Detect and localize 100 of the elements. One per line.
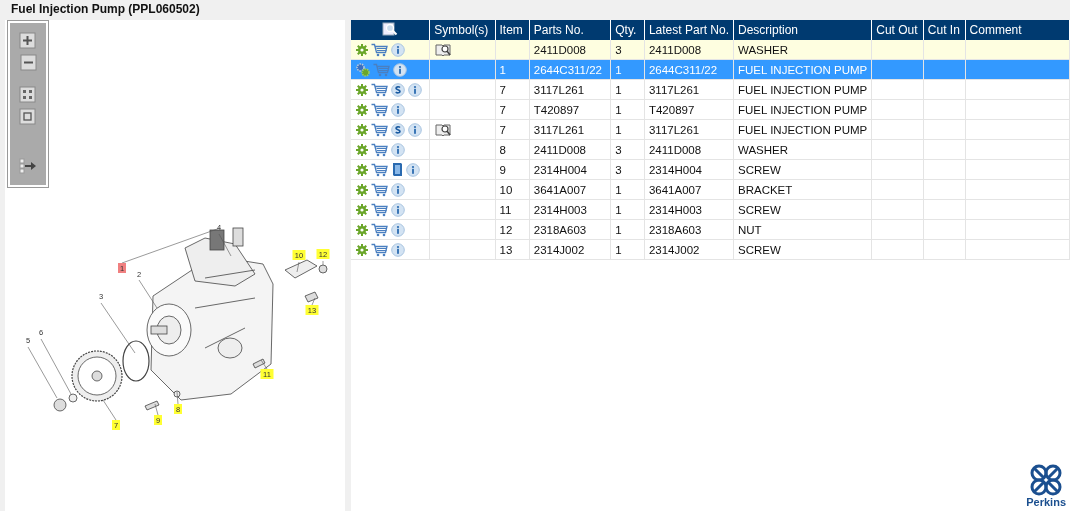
quantity: 1 <box>615 243 622 256</box>
item-number: 10 <box>499 183 513 196</box>
part-number: 2314H003 <box>533 203 587 216</box>
info-icon[interactable] <box>391 42 405 57</box>
cart-icon[interactable] <box>371 182 388 197</box>
part-number: 3641A007 <box>533 183 587 196</box>
gear-icon[interactable] <box>356 123 368 136</box>
table-row[interactable]: 7 T420897 1 T420897 FUEL INJECTION PUMP <box>351 99 1070 120</box>
column-header[interactable] <box>351 20 430 40</box>
leader-line <box>260 359 268 370</box>
info-icon[interactable] <box>391 182 405 197</box>
leader-line <box>322 260 324 266</box>
leader-line <box>100 302 136 354</box>
table-row[interactable]: 9 2314H004 3 2314H004 SCREW <box>351 159 1070 180</box>
zoom-in-button[interactable] <box>19 32 37 50</box>
nut <box>53 398 67 412</box>
info-icon[interactable] <box>406 162 420 177</box>
gear-icon[interactable] <box>356 163 368 176</box>
description: SCREW <box>738 163 781 176</box>
cart-icon[interactable] <box>371 122 388 137</box>
column-header[interactable]: Item <box>495 20 530 40</box>
quantity: 3 <box>615 163 622 176</box>
table-row[interactable]: 10 3641A007 1 3641A007 BRACKET <box>351 179 1070 200</box>
info-icon[interactable] <box>391 202 405 217</box>
cart-icon[interactable] <box>371 82 388 97</box>
gears-icon[interactable] <box>356 62 370 77</box>
table-row[interactable]: 12 2318A603 1 2318A603 NUT <box>351 219 1070 240</box>
cart-icon[interactable] <box>371 102 388 117</box>
gear-icon[interactable] <box>356 243 368 256</box>
fit-all-button[interactable] <box>19 86 37 104</box>
quantity: 1 <box>615 123 622 136</box>
latest-part-number: 2314J002 <box>648 243 700 256</box>
description: FUEL INJECTION PUMP <box>738 63 868 76</box>
table-row[interactable]: 7 3117L261 1 3117L261 FUEL INJECTION PUMP <box>351 119 1070 140</box>
bolt <box>252 358 266 369</box>
info-icon[interactable] <box>391 102 405 117</box>
latest-part-number: 3117L261 <box>648 123 700 136</box>
latest-part-number: 2411D008 <box>648 43 702 56</box>
column-header[interactable]: Cut Out <box>871 20 924 40</box>
actual-size-button[interactable] <box>19 108 37 126</box>
leader-line <box>27 346 58 399</box>
brand-name: Perkins <box>1026 496 1066 508</box>
info-icon[interactable] <box>391 222 405 237</box>
item-number: 7 <box>499 103 506 116</box>
gear-wheel-drawing <box>71 350 123 402</box>
catalog-search-icon[interactable] <box>435 122 453 137</box>
latest-part-number: 3117L261 <box>648 83 700 96</box>
column-header[interactable]: Parts No. <box>529 20 611 40</box>
cart-icon[interactable] <box>371 222 388 237</box>
column-header[interactable]: Cut In <box>923 20 966 40</box>
column-header[interactable]: Comment <box>965 20 1070 40</box>
info-icon[interactable] <box>391 142 405 157</box>
description: FUEL INJECTION PUMP <box>738 83 868 96</box>
quantity: 1 <box>615 183 622 196</box>
cart-icon[interactable] <box>371 142 388 157</box>
column-header[interactable]: Latest Part No. <box>644 20 734 40</box>
gear-icon[interactable] <box>356 203 368 216</box>
column-header[interactable]: Symbol(s) <box>429 20 495 40</box>
gear-icon[interactable] <box>356 183 368 196</box>
cart-icon[interactable] <box>371 162 388 177</box>
table-row[interactable]: 2411D008 3 2411D008 WASHER <box>351 40 1070 60</box>
cart-icon[interactable] <box>371 242 388 257</box>
column-header[interactable]: Description <box>733 20 872 40</box>
manual-icon[interactable] <box>391 162 403 177</box>
item-number: 7 <box>499 83 506 96</box>
table-row[interactable]: 13 2314J002 1 2314J002 SCREW <box>351 239 1070 260</box>
cart-icon[interactable] <box>371 42 388 57</box>
cart-icon[interactable] <box>371 202 388 217</box>
gear-icon[interactable] <box>356 83 368 96</box>
supersession-icon[interactable] <box>391 82 405 97</box>
column-header[interactable]: Qty. <box>610 20 645 40</box>
info-icon[interactable] <box>408 122 422 137</box>
supersession-icon[interactable] <box>391 122 405 137</box>
info-icon[interactable] <box>393 62 407 77</box>
bolt <box>304 291 319 303</box>
item-number: 7 <box>499 123 506 136</box>
gear-icon[interactable] <box>356 223 368 236</box>
latest-part-number: 2314H003 <box>648 203 702 216</box>
part-number: T420897 <box>533 103 580 116</box>
leader-line <box>102 399 117 421</box>
latest-part-number: 2411D008 <box>648 143 702 156</box>
table-row[interactable]: 8 2411D008 3 2411D008 WASHER <box>351 139 1070 160</box>
gear-icon[interactable] <box>356 103 368 116</box>
quantity: 1 <box>615 63 622 76</box>
table-row[interactable]: 7 3117L261 1 3117L261 FUEL INJECTION PUMP <box>351 79 1070 100</box>
gear-icon[interactable] <box>356 143 368 156</box>
table-row[interactable]: 11 2314H003 1 2314H003 SCREW <box>351 199 1070 220</box>
info-icon[interactable] <box>408 82 422 97</box>
info-icon[interactable] <box>391 242 405 257</box>
bolt <box>144 400 160 411</box>
latest-part-number: 2314H004 <box>648 163 702 176</box>
export-button[interactable] <box>19 157 37 175</box>
part-number: 3117L261 <box>533 83 585 96</box>
catalog-search-icon[interactable] <box>435 42 453 57</box>
gear-icon[interactable] <box>356 43 368 56</box>
search-icon[interactable] <box>382 21 399 36</box>
quantity: 3 <box>615 143 622 156</box>
part-number: 3117L261 <box>533 123 585 136</box>
zoom-out-button[interactable] <box>19 54 37 72</box>
description: FUEL INJECTION PUMP <box>738 123 868 136</box>
